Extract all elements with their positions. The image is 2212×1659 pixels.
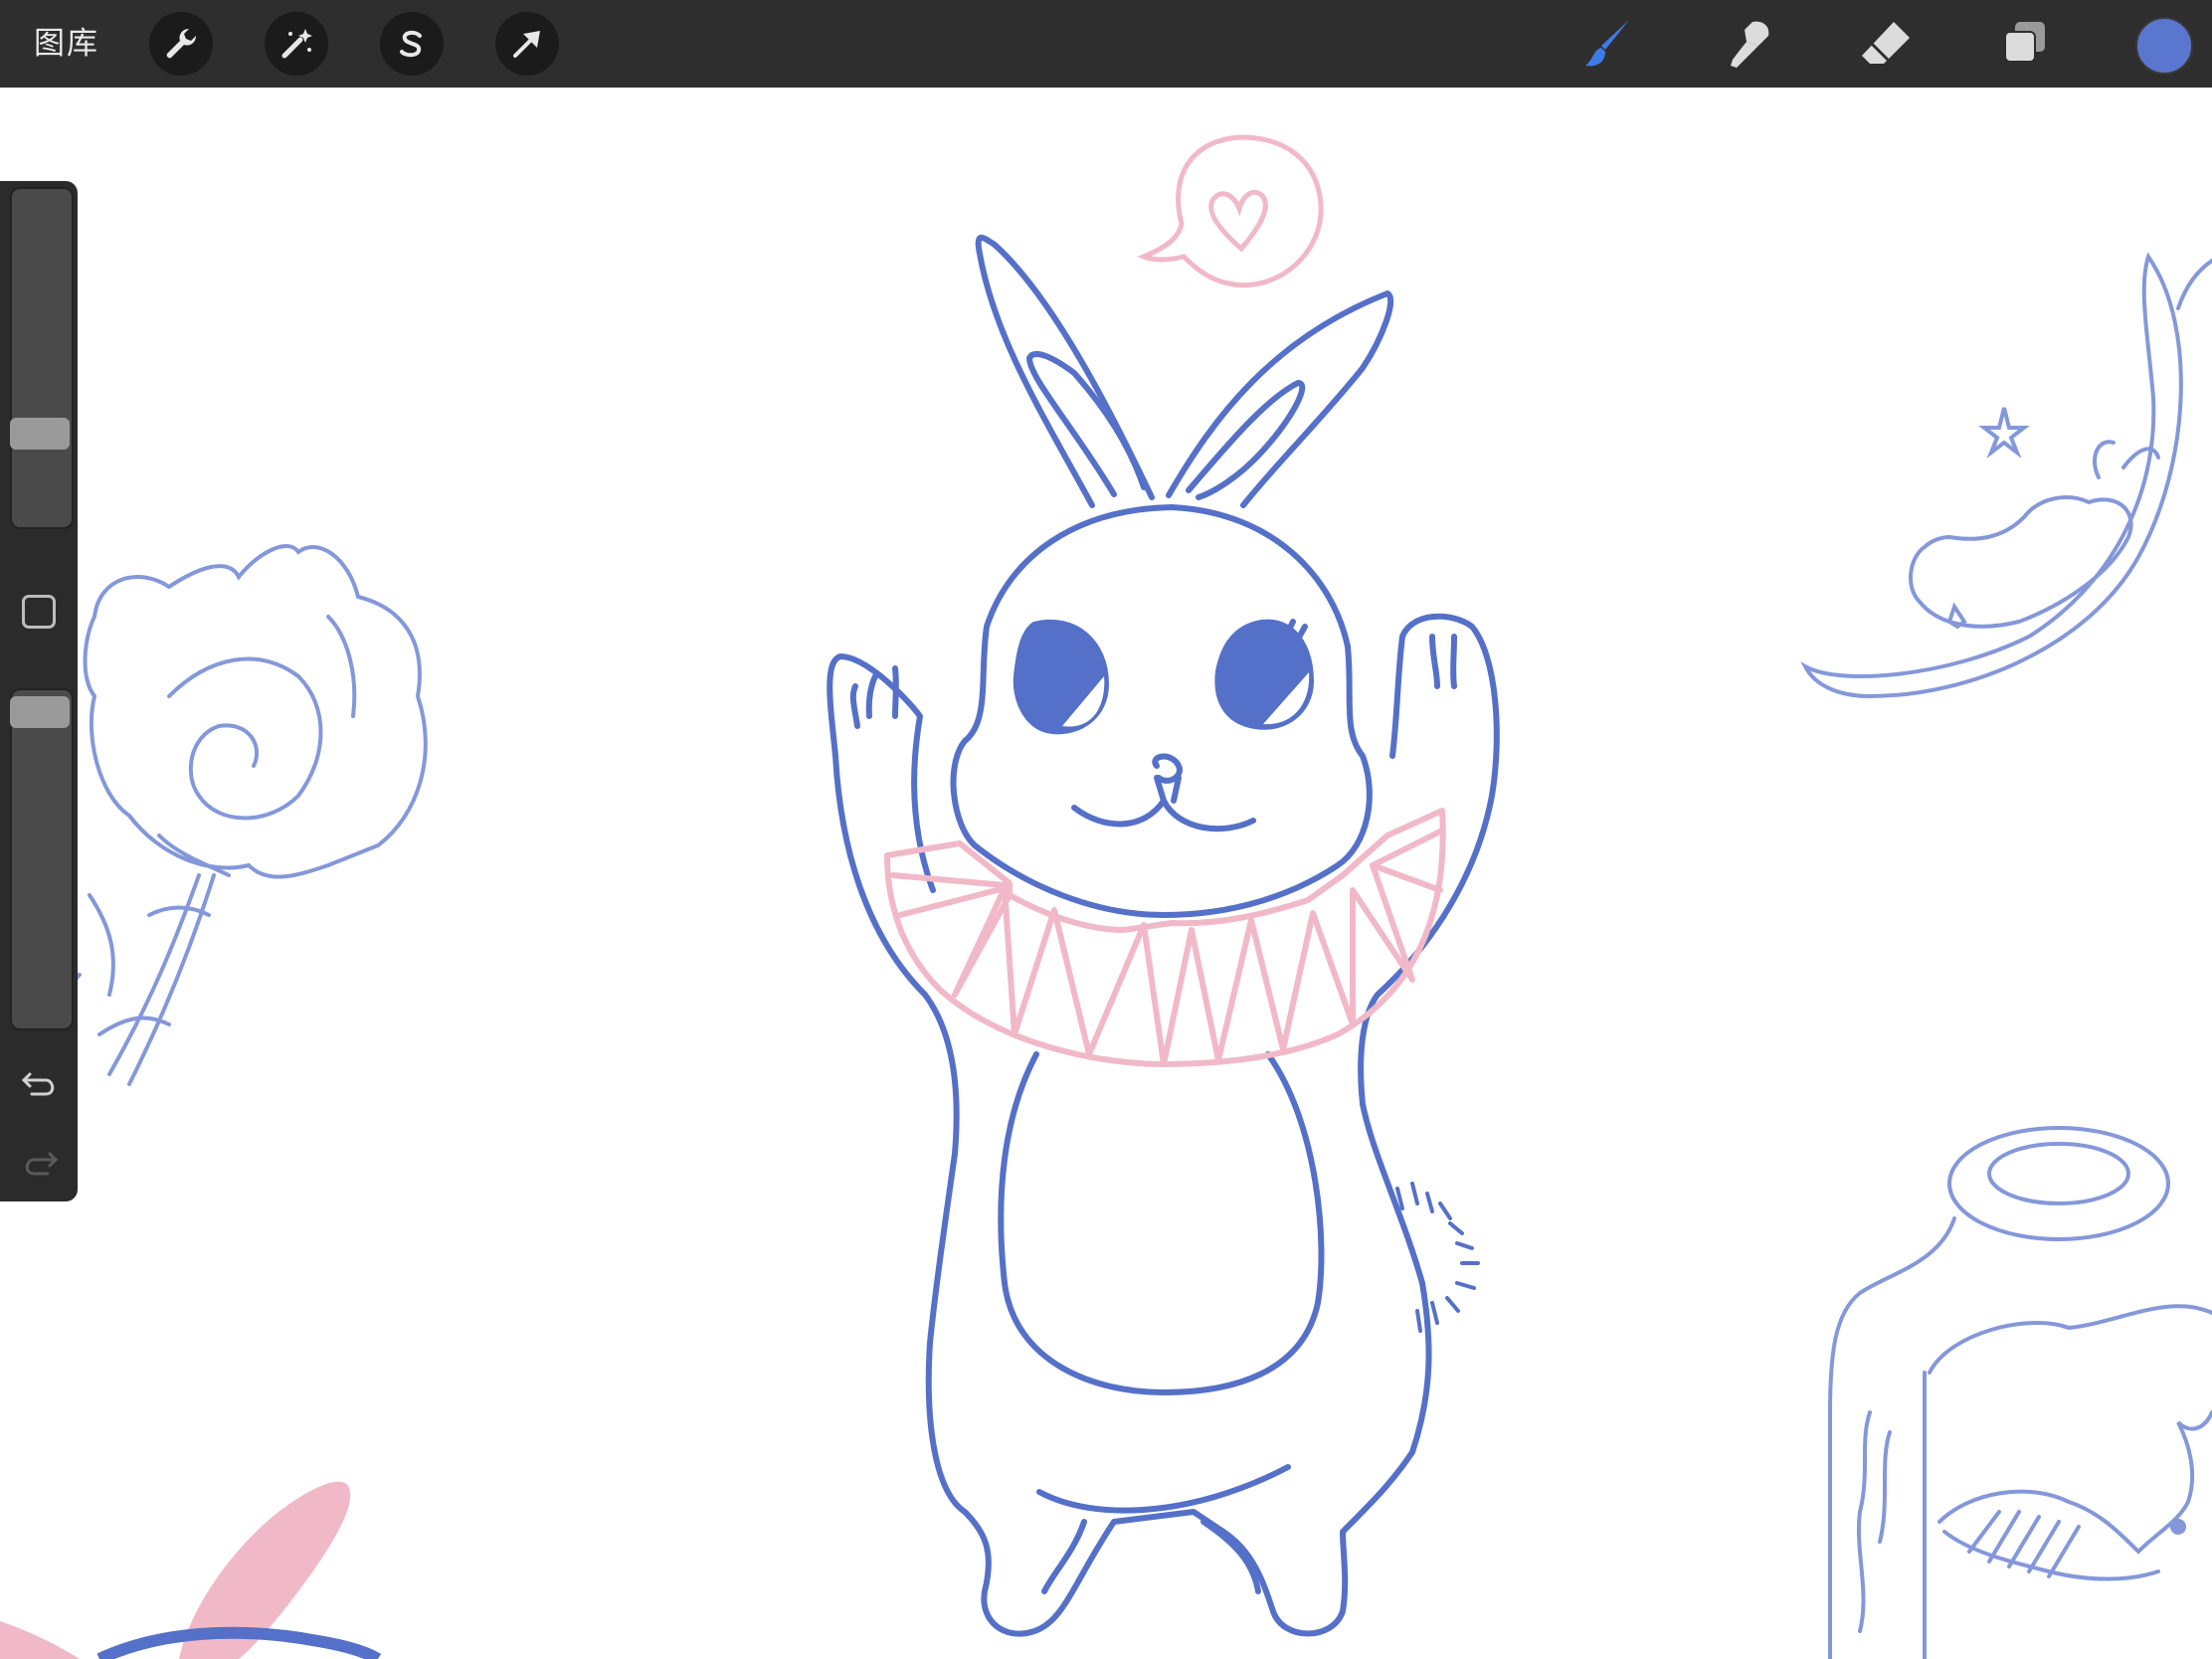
top-toolbar: 图库 [0, 0, 2212, 88]
move-arrow-icon [513, 31, 540, 58]
gallery-button[interactable]: 图库 [34, 22, 99, 66]
smudge-tool[interactable] [1715, 12, 1778, 76]
layers-tool[interactable] [1993, 12, 2057, 76]
brush-tool[interactable] [1575, 12, 1639, 76]
transform-button[interactable] [495, 12, 559, 76]
brush-icon [1585, 20, 1629, 67]
brush-size-slider[interactable] [10, 187, 74, 529]
eraser-tool[interactable] [1854, 12, 1918, 76]
opacity-thumb[interactable] [10, 696, 70, 728]
wrench-icon [166, 28, 197, 59]
rose-sketch [66, 544, 428, 1086]
pink-bunny-partial [0, 1481, 382, 1659]
drawing-canvas[interactable] [0, 88, 2212, 1659]
left-sidebar [0, 181, 78, 1201]
actions-button[interactable] [149, 12, 213, 76]
layers-icon [2004, 22, 2045, 63]
modify-button[interactable] [22, 595, 56, 629]
eraser-icon [1862, 22, 1910, 64]
brush-size-thumb[interactable] [10, 418, 70, 450]
redo-icon [25, 1152, 59, 1176]
magic-wand-icon [281, 29, 312, 59]
adjustments-button[interactable] [265, 12, 328, 76]
selection-s-icon [400, 30, 422, 58]
undo-button[interactable] [18, 1062, 62, 1106]
smudge-icon [1731, 21, 1769, 68]
speech-bubble-heart [1137, 134, 1324, 288]
moon-sketch [1800, 252, 2212, 699]
selection-button[interactable] [380, 12, 444, 76]
jar-sketch [1828, 1126, 2212, 1659]
opacity-slider[interactable] [10, 688, 74, 1030]
redo-button[interactable] [18, 1142, 62, 1186]
ruffle-collar [884, 808, 1446, 1067]
undo-icon [21, 1072, 55, 1096]
color-swatch[interactable] [2135, 17, 2193, 75]
